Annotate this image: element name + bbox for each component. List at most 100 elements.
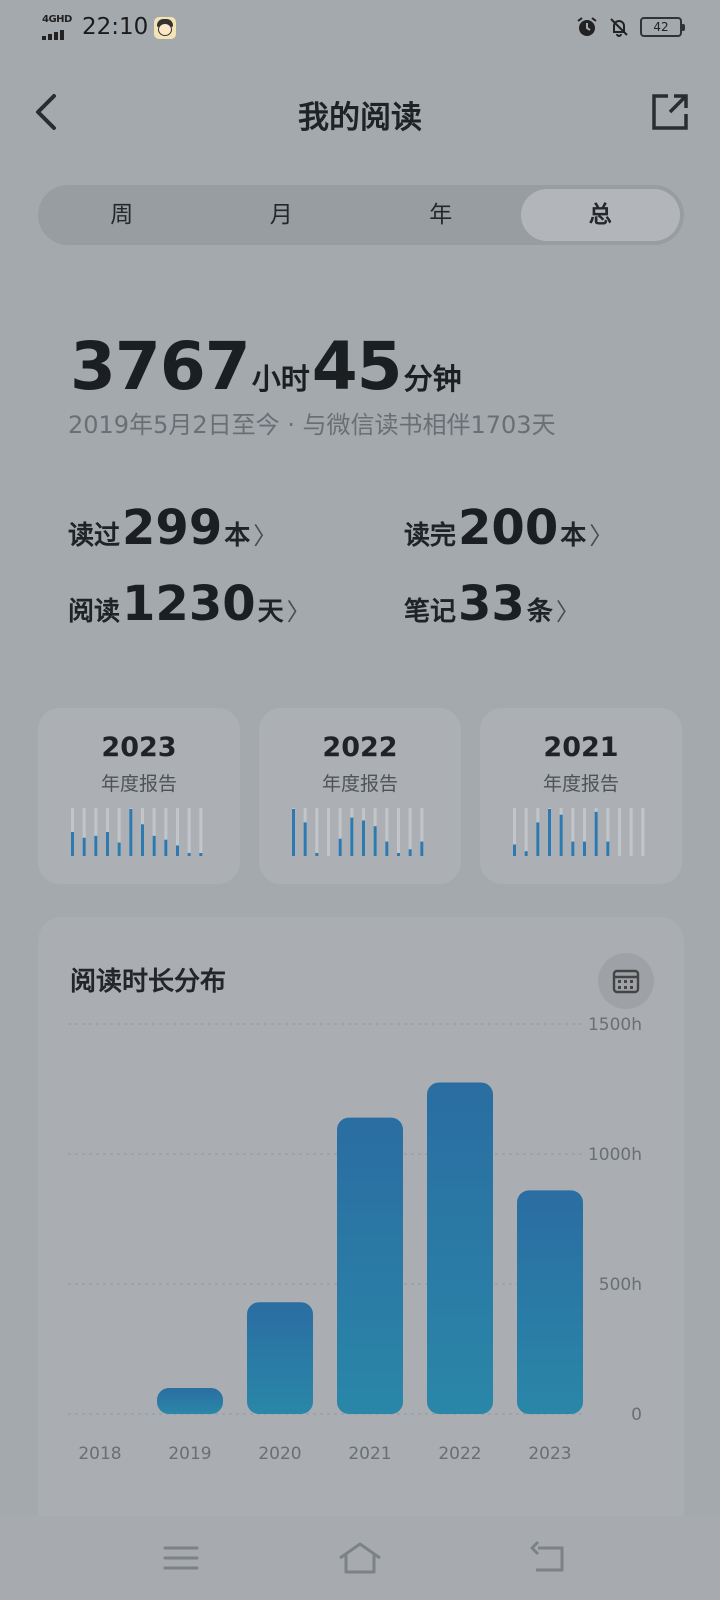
mini-bar [559, 814, 563, 856]
stat-books-read[interactable]: 读过 299 本 〉 [68, 500, 277, 556]
chevron-right-icon: 〉 [286, 598, 311, 626]
report-year: 2023 [101, 732, 177, 763]
mini-bar [129, 808, 133, 856]
chevron-right-icon: 〉 [589, 522, 614, 550]
tab-month[interactable]: 月 [202, 189, 362, 241]
page-title: 我的阅读 [298, 100, 422, 136]
annual-report-card-2023[interactable]: 2023 年度报告 [38, 708, 240, 884]
stat-unit: 天 [257, 597, 284, 627]
mini-bar [94, 835, 98, 856]
stat-unit: 条 [526, 597, 553, 627]
status-bar: 4GHD 22:10 42 [0, 0, 720, 58]
total-hours: 3767 [70, 328, 251, 405]
bar-2023 [517, 1190, 583, 1414]
notifications-off-icon [610, 18, 628, 37]
system-nav-bar [0, 1516, 720, 1600]
share-button[interactable] [648, 90, 692, 134]
report-year: 2021 [543, 732, 619, 763]
tab-week[interactable]: 周 [42, 189, 202, 241]
stat-label: 读过 [68, 521, 121, 551]
mini-bar [385, 841, 389, 856]
report-label: 年度报告 [100, 773, 177, 795]
mini-bar [152, 835, 156, 856]
stat-unit: 本 [560, 521, 587, 551]
mini-bar [292, 808, 295, 856]
period-tabs: 周 月 年 总 [38, 185, 684, 245]
stat-reading-days[interactable]: 阅读 1230 天 〉 [68, 576, 311, 632]
x-tick-label: 2022 [438, 1444, 481, 1464]
report-mini-chart [71, 808, 203, 856]
reading-distribution-card: 阅读时长分布 1500h 1000h 500h 0 2018 2019 2020 2021 20… [38, 917, 684, 1600]
mini-bar-track [187, 808, 191, 856]
mini-bar [71, 832, 74, 856]
mini-bar [524, 851, 528, 856]
stat-label: 笔记 [404, 597, 457, 627]
mini-bar [420, 841, 424, 856]
stat-unit: 本 [224, 521, 251, 551]
mini-bar [187, 853, 191, 856]
x-tick-label: 2019 [168, 1444, 211, 1464]
mini-bar-track [315, 808, 319, 856]
reading-since: 2019年5月2日至今 · 与微信读书相伴1703天 [68, 411, 556, 439]
mini-bar [176, 845, 179, 856]
home-button[interactable] [336, 1538, 384, 1578]
x-tick-label: 2023 [528, 1444, 571, 1464]
mini-bar-track [618, 808, 621, 856]
bar-2021 [337, 1117, 403, 1414]
battery-indicator: 42 [640, 17, 685, 37]
mini-bar-track [199, 808, 203, 856]
bar-2019 [157, 1388, 223, 1414]
report-label: 年度报告 [321, 773, 398, 795]
mini-bar [82, 837, 86, 856]
report-label: 年度报告 [542, 773, 619, 795]
report-mini-chart [513, 808, 645, 856]
mini-bar [106, 832, 109, 856]
network-type: 4GHD [42, 14, 72, 25]
mini-bar-track [397, 808, 400, 856]
annual-report-card-2021[interactable]: 2021 年度报告 [480, 708, 682, 884]
mini-bar [606, 841, 610, 856]
mini-bar [594, 811, 598, 856]
x-tick-label: 2020 [258, 1444, 301, 1464]
x-tick-label: 2018 [78, 1444, 121, 1464]
mini-bar [536, 822, 540, 856]
return-icon [530, 1540, 564, 1572]
mini-bar [338, 838, 342, 856]
back-nav-button[interactable] [526, 1538, 574, 1578]
chevron-right-icon: 〉 [555, 598, 580, 626]
y-tick-label: 500h [599, 1275, 642, 1295]
report-year: 2022 [322, 732, 398, 763]
home-icon [339, 1542, 381, 1574]
bar-2022 [427, 1082, 493, 1414]
tab-total[interactable]: 总 [520, 189, 680, 241]
header: 我的阅读 [0, 80, 720, 144]
mini-bar [117, 842, 121, 856]
mini-bar [373, 826, 377, 856]
chevron-right-icon: 〉 [253, 522, 278, 550]
tab-year[interactable]: 年 [361, 189, 521, 241]
mini-bar [548, 808, 551, 856]
stat-value: 200 [458, 500, 559, 556]
status-time: 22:10 [82, 14, 149, 40]
stat-label: 读完 [404, 521, 457, 551]
alarm-icon [577, 17, 597, 36]
mini-bar-track [629, 808, 633, 856]
stat-books-finished[interactable]: 读完 200 本 〉 [404, 500, 613, 556]
share-icon [652, 94, 688, 130]
stat-value: 33 [458, 576, 525, 632]
menu-button[interactable] [157, 1538, 205, 1578]
stat-value: 1230 [122, 576, 256, 632]
mini-bar-track [327, 808, 330, 856]
report-mini-chart [292, 808, 424, 856]
annual-report-card-2022[interactable]: 2022 年度报告 [259, 708, 461, 884]
mini-bar [583, 841, 586, 856]
stat-notes[interactable]: 笔记 33 条 〉 [404, 576, 580, 632]
mini-bar [164, 839, 168, 856]
y-tick-label: 0 [631, 1405, 642, 1425]
x-tick-label: 2021 [348, 1444, 391, 1464]
total-minutes: 45 [311, 328, 403, 405]
mini-bar-track [524, 808, 528, 856]
mini-bar [303, 822, 307, 856]
mini-bar [362, 820, 365, 856]
mini-bar [315, 853, 319, 856]
